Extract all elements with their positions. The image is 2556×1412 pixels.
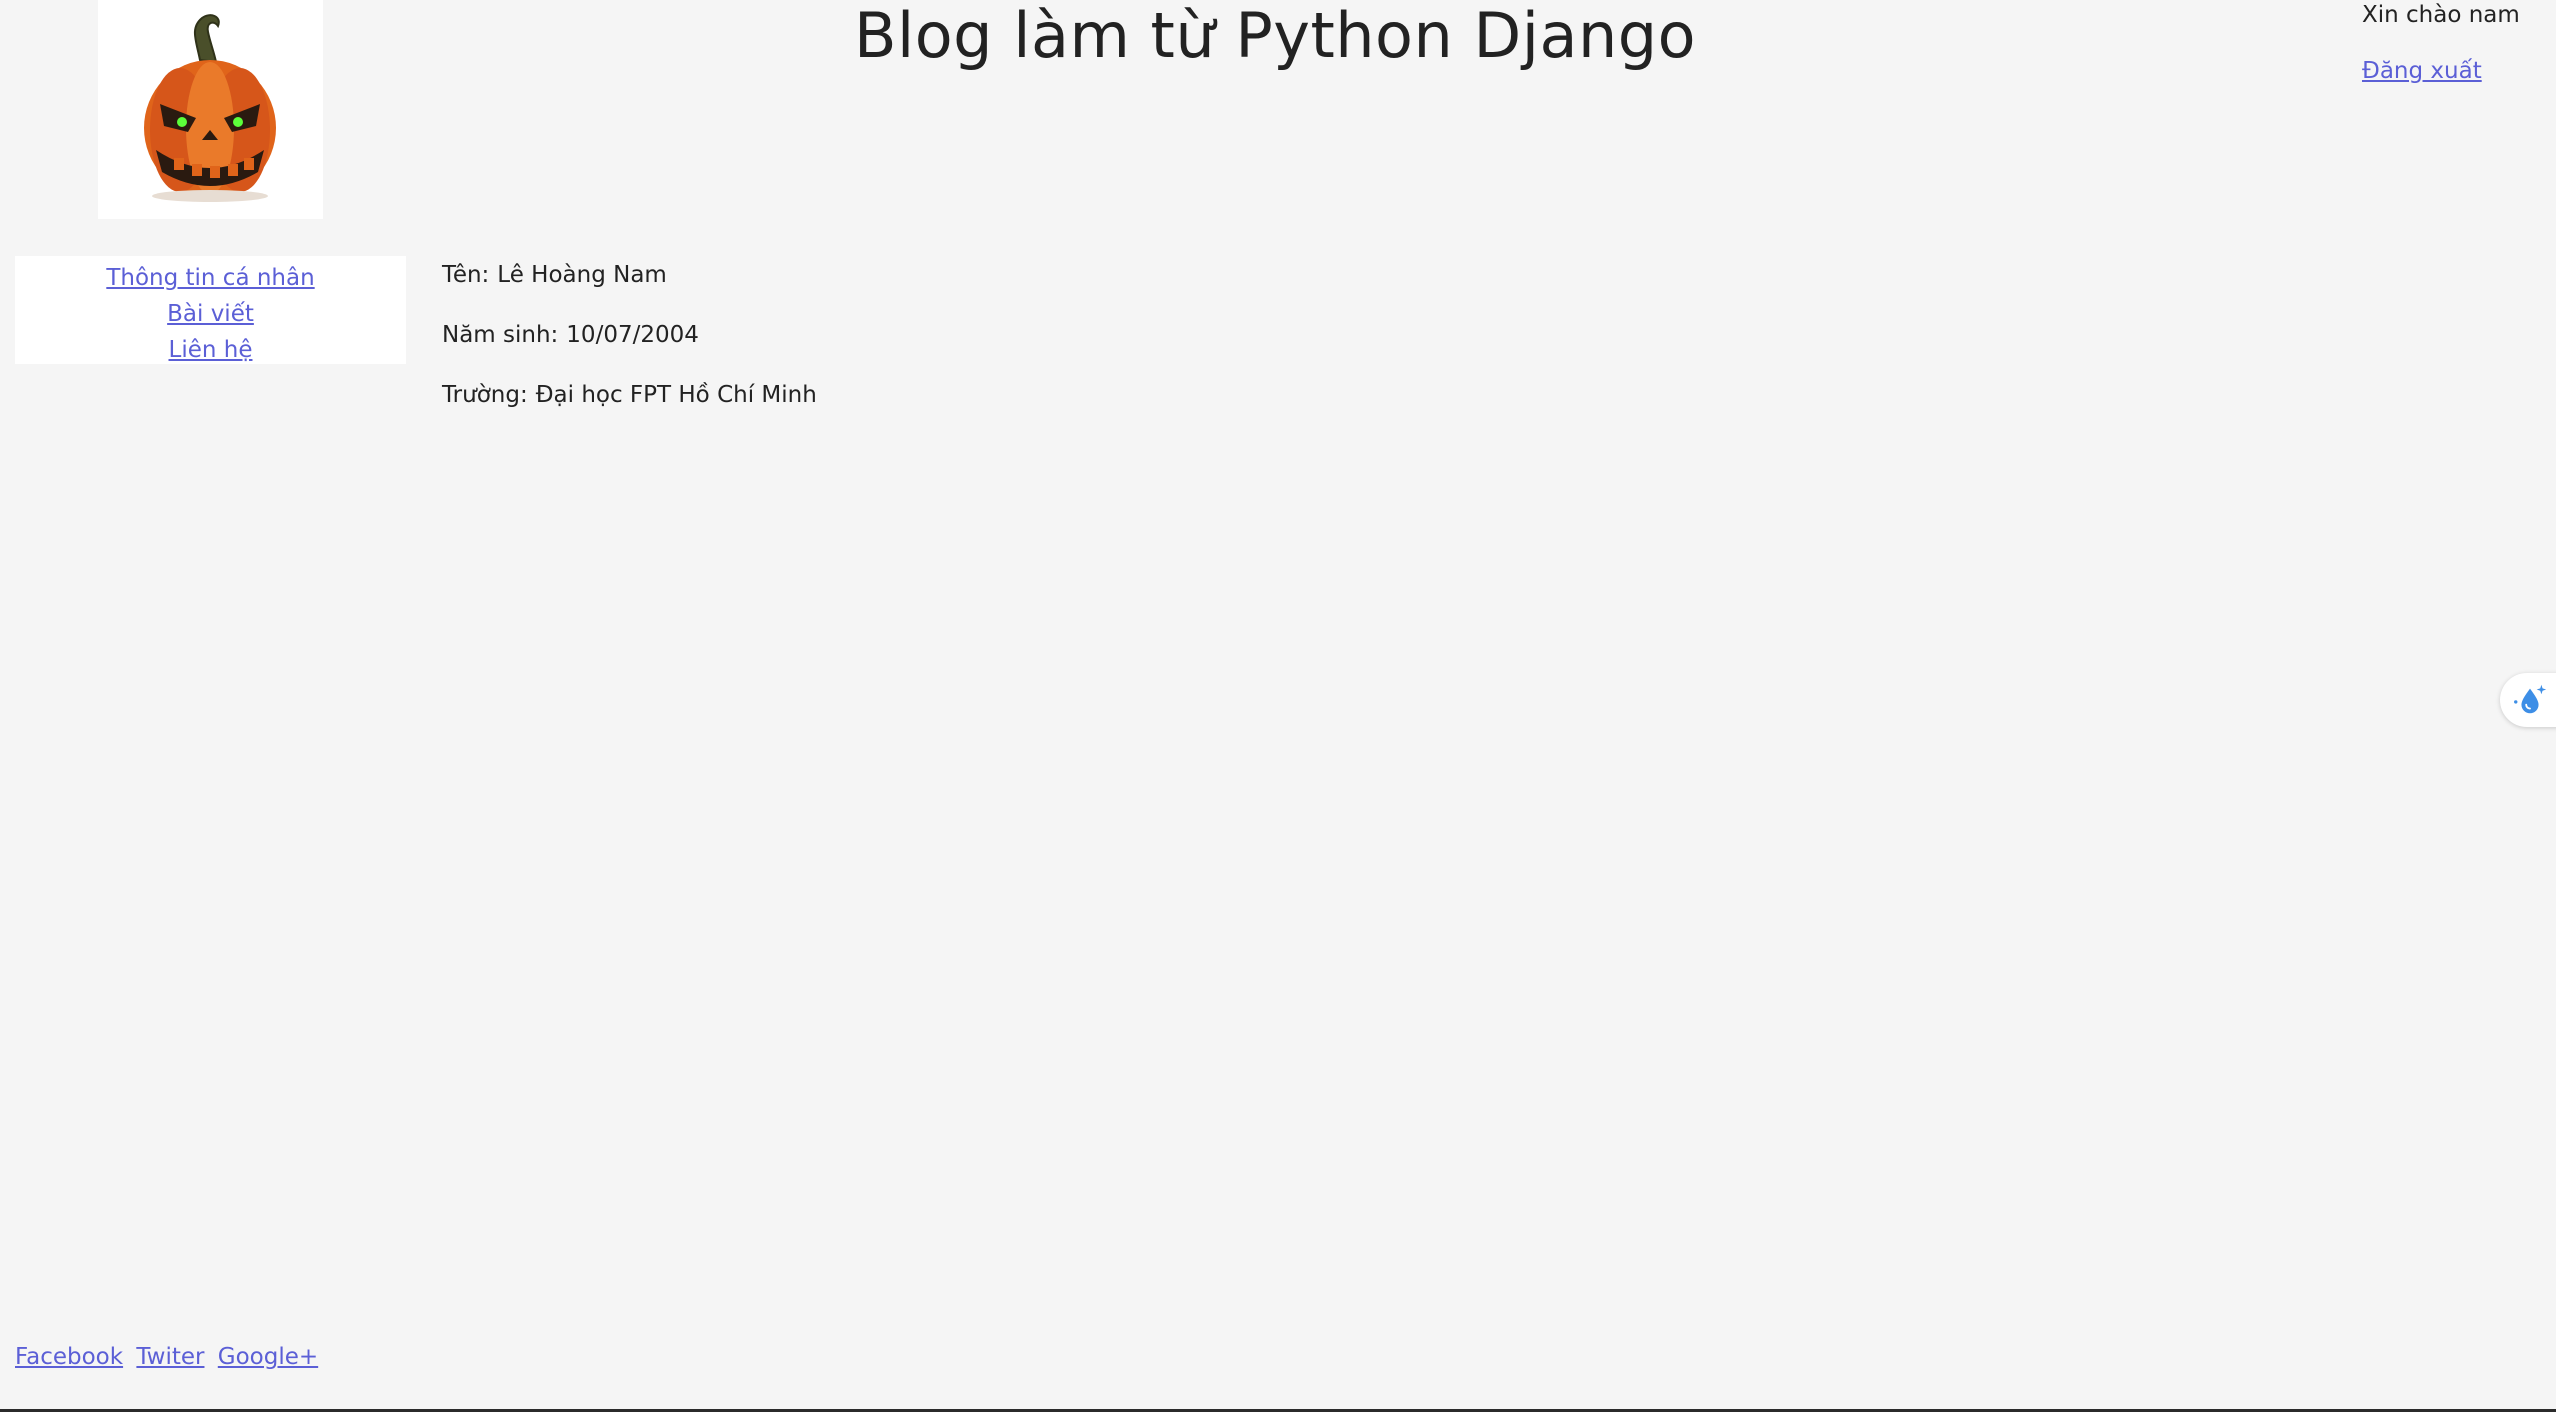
footer-link-googleplus[interactable]: Google+ — [218, 1344, 318, 1370]
profile-birth-label: Năm sinh: — [442, 322, 559, 348]
profile-name-value: Lê Hoàng Nam — [497, 262, 667, 288]
profile-name-label: Tên: — [442, 262, 490, 288]
sidebar-nav: Thông tin cá nhân Bài viết Liên hệ — [15, 256, 406, 364]
logout-link[interactable]: Đăng xuất — [2362, 58, 2482, 84]
footer-link-facebook[interactable]: Facebook — [15, 1344, 123, 1370]
sidebar-item-profile[interactable]: Thông tin cá nhân — [15, 260, 406, 296]
profile-content: Tên: Lê Hoàng Nam Năm sinh: 10/07/2004 T… — [442, 258, 817, 438]
profile-school-row: Trường: Đại học FPT Hồ Chí Minh — [442, 378, 817, 412]
user-panel: Xin chào nam Đăng xuất — [2362, 0, 2520, 84]
profile-school-label: Trường: — [442, 382, 528, 408]
profile-name-row: Tên: Lê Hoàng Nam — [442, 258, 817, 292]
page: Blog làm từ Python Django Xin chào nam Đ… — [0, 0, 2556, 1412]
greeting-text: Xin chào nam — [2362, 2, 2520, 28]
profile-school-value: Đại học FPT Hồ Chí Minh — [535, 382, 817, 408]
footer: Facebook Twiter Google+ — [15, 1344, 324, 1370]
profile-birth-row: Năm sinh: 10/07/2004 — [442, 318, 817, 352]
floating-widget-button[interactable] — [2500, 673, 2556, 727]
sidebar-item-contact[interactable]: Liên hệ — [15, 332, 406, 368]
profile-birth-value: 10/07/2004 — [566, 322, 699, 348]
footer-link-twitter[interactable]: Twiter — [136, 1344, 204, 1370]
page-title: Blog làm từ Python Django — [853, 0, 1697, 72]
water-drop-sparkle-icon — [2514, 684, 2547, 714]
sidebar-item-posts[interactable]: Bài viết — [15, 296, 406, 332]
